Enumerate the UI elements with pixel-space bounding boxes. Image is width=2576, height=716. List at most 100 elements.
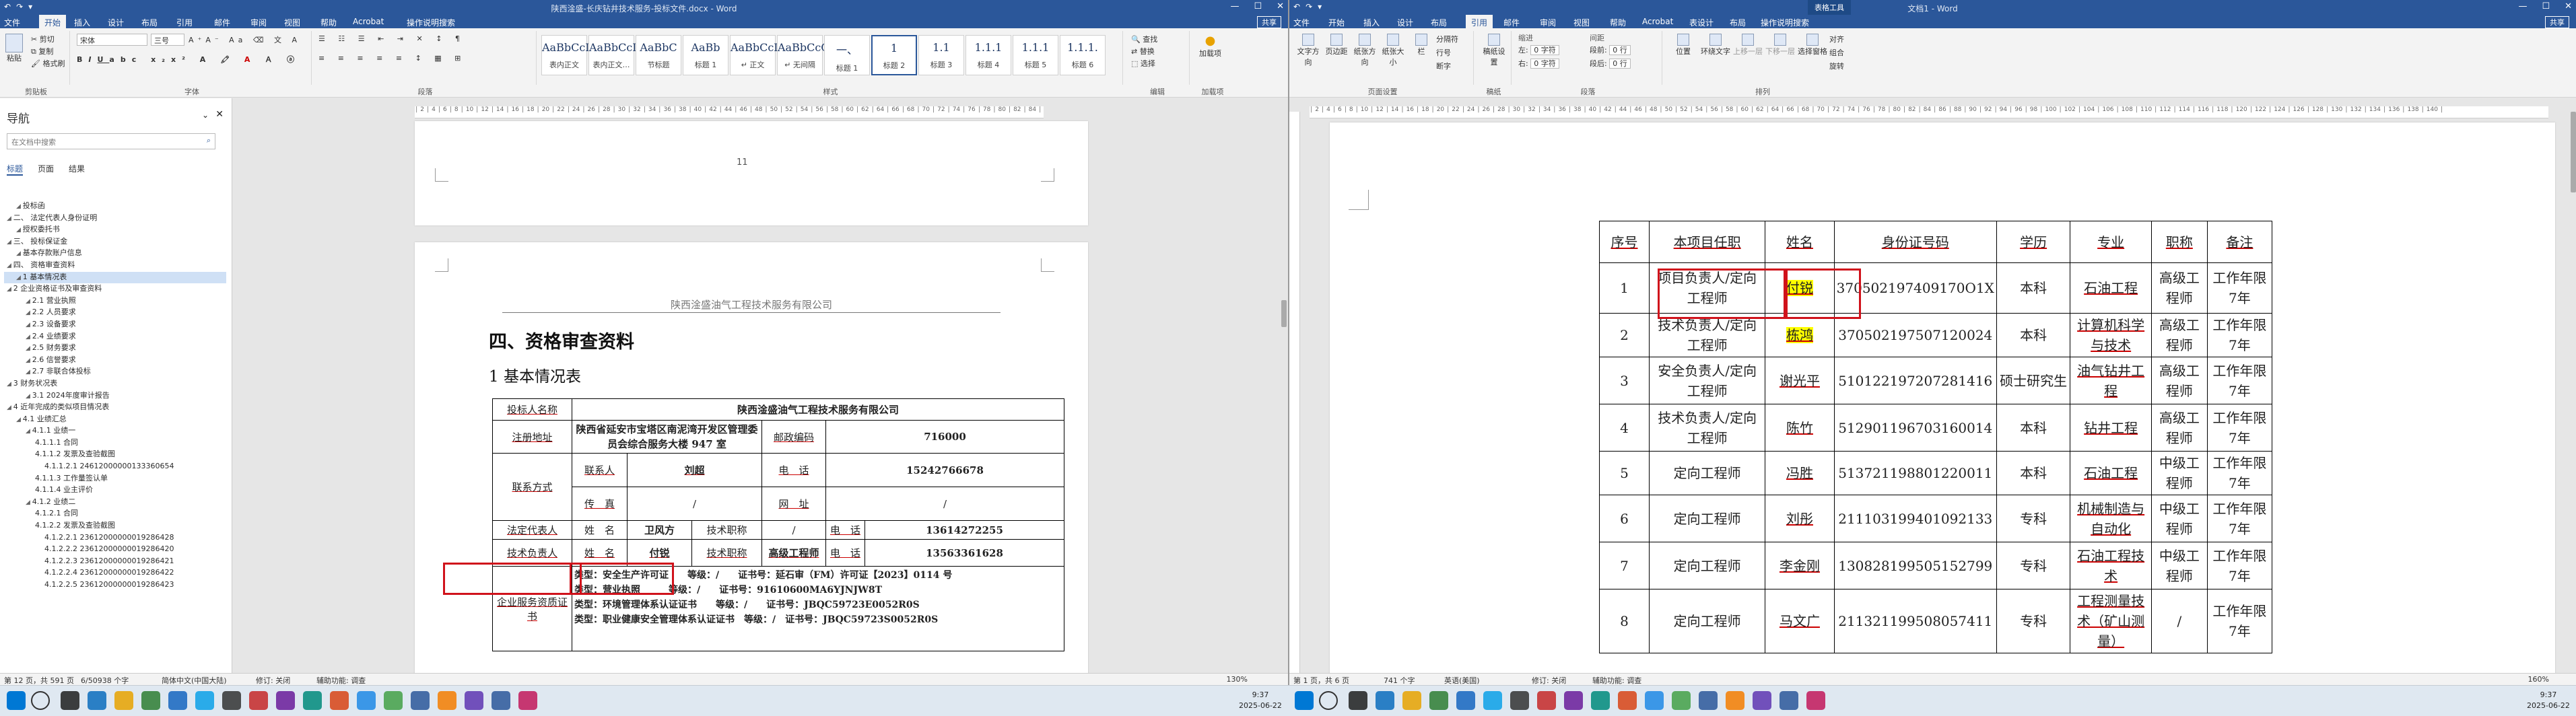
vertical-scrollbar[interactable]: [1280, 98, 1288, 673]
clock[interactable]: 9:37 2025-06-22: [2527, 690, 2570, 711]
app-icon[interactable]: [1672, 691, 1691, 710]
page-setup-button[interactable]: 栏: [1408, 34, 1435, 57]
arrange-button[interactable]: 选择窗格: [1797, 34, 1828, 57]
app-icon[interactable]: [518, 691, 537, 710]
indent-right-field[interactable]: 右: 0 字符: [1518, 58, 1559, 69]
nav-heading-item[interactable]: ◢ 2.2 人员要求: [4, 307, 226, 319]
tab-3[interactable]: 设计: [108, 17, 124, 28]
expand-icon[interactable]: ◢: [26, 310, 32, 316]
tab-11[interactable]: 表设计: [1689, 17, 1714, 28]
nav-tab-1[interactable]: 页面: [38, 163, 54, 176]
expand-icon[interactable]: ◢: [7, 381, 13, 388]
app-icon[interactable]: [1699, 691, 1718, 710]
arrange-button[interactable]: 位置: [1668, 34, 1699, 57]
app-icon[interactable]: [1753, 691, 1771, 710]
style-item[interactable]: 1 标题 2: [871, 35, 917, 75]
addins-button[interactable]: ● 加载项: [1199, 34, 1221, 59]
style-item[interactable]: AaBbC 节标题: [636, 35, 681, 75]
app-icon[interactable]: [141, 691, 160, 710]
expand-icon[interactable]: ◢: [7, 286, 13, 293]
chevron-down-icon[interactable]: ⌄: [202, 110, 209, 120]
app-icon[interactable]: [1780, 691, 1798, 710]
expand-icon[interactable]: ◢: [16, 275, 23, 281]
list-buttons[interactable]: ☰ ☷ ☰ ⇤ ⇥ ✕ ↕ ¶: [318, 34, 465, 43]
style-item[interactable]: AaBbCcDd 表内正文: [541, 35, 601, 75]
tab-6[interactable]: 邮件: [1503, 17, 1520, 28]
expand-icon[interactable]: ◢: [26, 298, 32, 305]
page-setup-button[interactable]: 分隔符: [1436, 34, 1458, 44]
nav-heading-item[interactable]: ◢ 2.6 信誉要求: [4, 355, 226, 367]
nav-heading-item[interactable]: ◢ 2 企业资格证书及审查资料: [4, 283, 226, 295]
app-icon[interactable]: [411, 691, 430, 710]
nav-heading-item[interactable]: ◢ 2.7 非联合体投标: [4, 366, 226, 378]
app-icon[interactable]: [222, 691, 241, 710]
nav-heading-item[interactable]: ◢ 3.1 2024年度审计报告: [4, 390, 226, 402]
copy-button[interactable]: ⧉ 复制: [31, 46, 53, 57]
app-icon[interactable]: [276, 691, 295, 710]
tab-3[interactable]: 设计: [1397, 17, 1413, 28]
nav-heading-item[interactable]: 4.1.2.2.4 23612000000019286422: [4, 567, 226, 579]
app-icon[interactable]: [1726, 691, 1744, 710]
nav-heading-item[interactable]: ◢ 投标函: [4, 201, 226, 213]
page-setup-button[interactable]: 纸张大小: [1380, 34, 1406, 67]
nav-heading-item[interactable]: 4.1.1.4 业主评价: [4, 485, 226, 497]
clock[interactable]: 9:37 2025-06-22: [1239, 690, 1282, 711]
page-setup-button[interactable]: 文字方向: [1295, 34, 1322, 67]
font-name-select[interactable]: 宋体: [77, 34, 147, 46]
align-buttons[interactable]: ≡ ≡ ≡ ≡ ≡ ↕ ▦ ⊞: [318, 54, 466, 63]
nav-heading-item[interactable]: ◢ 4.1.1 业绩一: [4, 425, 226, 437]
style-item[interactable]: AaBbCcDd 表内正文…: [588, 35, 648, 75]
nav-heading-item[interactable]: 4.1.2.2.2 23612000000019286420: [4, 544, 226, 556]
app-icon[interactable]: [1591, 691, 1610, 710]
tab-5[interactable]: 引用: [176, 17, 193, 28]
app-icon[interactable]: [114, 691, 133, 710]
expand-icon[interactable]: ◢: [16, 203, 23, 210]
style-item[interactable]: 一、 标题 1: [824, 35, 870, 75]
nav-tab-2[interactable]: 结果: [69, 163, 85, 176]
app-icon[interactable]: [1376, 691, 1394, 710]
app-icon[interactable]: [195, 691, 214, 710]
page-setup-button[interactable]: 断字: [1436, 61, 1451, 71]
app-icon[interactable]: [1806, 691, 1825, 710]
start-icon[interactable]: [1295, 691, 1314, 710]
app-icon[interactable]: [249, 691, 268, 710]
font-size-select[interactable]: 三号: [151, 34, 184, 46]
format-buttons[interactable]: BIUabc x₂x² A 🖍 A Ａ ⓐ: [77, 54, 300, 65]
nav-heading-item[interactable]: ◢ 二、 法定代表人身份证明: [4, 213, 226, 225]
nav-heading-item[interactable]: 4.1.2.2.1 23612000000019286428: [4, 532, 226, 544]
tab-1[interactable]: 开始: [1328, 17, 1345, 28]
app-icon[interactable]: [1483, 691, 1502, 710]
nav-heading-item[interactable]: ◢ 2.3 设备要求: [4, 319, 226, 331]
nav-search-input[interactable]: 在文档中搜索 ⌕: [7, 133, 215, 149]
expand-icon[interactable]: ◢: [26, 499, 32, 506]
tab-8[interactable]: 视图: [1573, 17, 1590, 28]
replace-button[interactable]: ⇄ 替换: [1131, 46, 1155, 57]
nav-heading-item[interactable]: ◢ 4 近年完成的类似项目情况表: [4, 402, 226, 414]
tab-4[interactable]: 布局: [1431, 17, 1447, 28]
style-item[interactable]: 1.1.1. 标题 6: [1060, 35, 1106, 75]
app-icon[interactable]: [168, 691, 187, 710]
tab-8[interactable]: 视图: [284, 17, 300, 28]
nav-heading-item[interactable]: 4.1.2.2 发票及查验截图: [4, 520, 226, 532]
expand-icon[interactable]: ◢: [26, 393, 32, 400]
app-icon[interactable]: [330, 691, 349, 710]
app-icon[interactable]: [465, 691, 483, 710]
app-icon[interactable]: [1429, 691, 1448, 710]
expand-icon[interactable]: ◢: [26, 334, 32, 341]
expand-icon[interactable]: ◢: [26, 369, 32, 375]
nav-heading-item[interactable]: 4.1.1.2 发票及查验截图: [4, 449, 226, 461]
draft-settings-button[interactable]: 稿纸设置: [1481, 34, 1507, 67]
expand-icon[interactable]: ◢: [7, 215, 13, 222]
close-icon[interactable]: ✕: [1277, 1, 1284, 11]
tab-0[interactable]: 文件: [1293, 17, 1310, 28]
nav-heading-item[interactable]: 4.1.1.1 合同: [4, 437, 226, 450]
tab-4[interactable]: 布局: [141, 17, 158, 28]
app-icon[interactable]: [384, 691, 403, 710]
style-item[interactable]: 1.1 标题 3: [918, 35, 964, 75]
app-icon[interactable]: [357, 691, 376, 710]
arrange-button[interactable]: 对齐: [1829, 34, 1844, 44]
search-icon[interactable]: [1319, 691, 1338, 710]
start-icon[interactable]: [7, 691, 26, 710]
arrange-button[interactable]: 旋转: [1829, 61, 1844, 71]
nav-heading-item[interactable]: ◢ 4.1 业绩汇总: [4, 414, 226, 426]
